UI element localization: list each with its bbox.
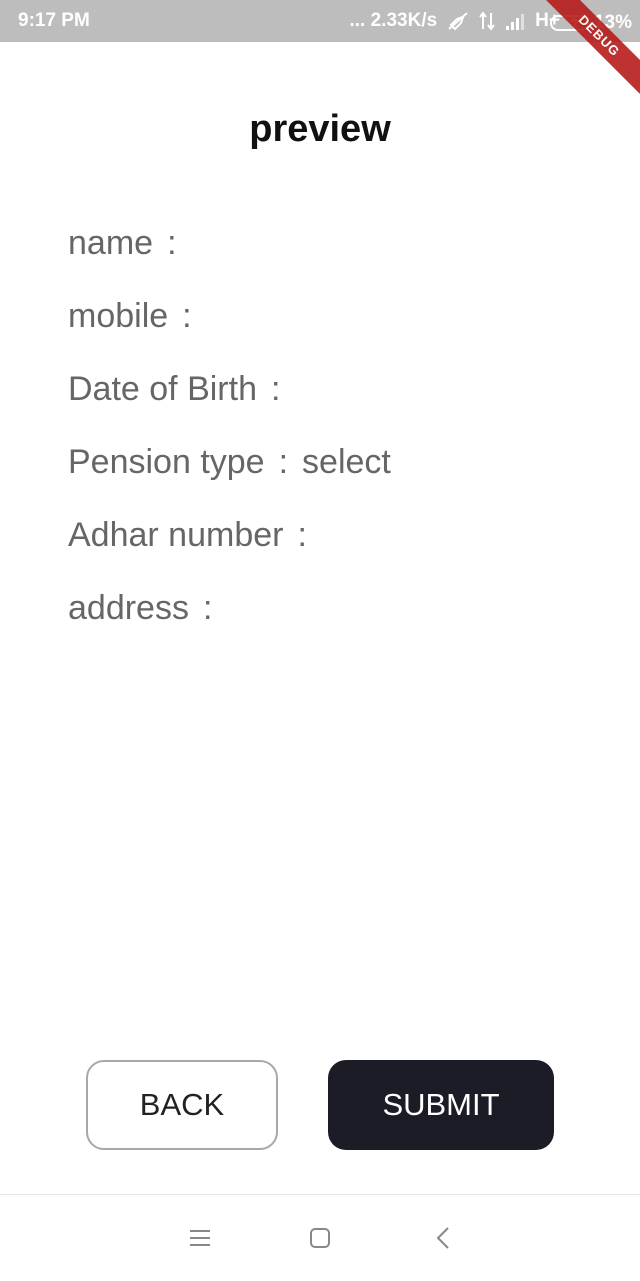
submit-button[interactable]: SUBMIT [328, 1060, 554, 1150]
field-separator: : [182, 297, 192, 335]
field-label: Adhar number [68, 516, 284, 554]
status-time: 9:17 PM [18, 10, 90, 31]
field-separator: : [297, 516, 307, 554]
page-title: preview [249, 108, 391, 150]
field-separator: : [278, 443, 289, 481]
navigation-bar [0, 1194, 640, 1281]
signal-icon [505, 12, 525, 30]
field-label: mobile [68, 297, 169, 335]
field-pension-type: Pension type: select [68, 443, 391, 516]
field-label: Date of Birth [68, 370, 257, 408]
back-icon[interactable] [428, 1223, 458, 1253]
field-label: address [68, 589, 189, 627]
field-name: name: [68, 224, 391, 297]
field-date-of-birth: Date of Birth: [68, 370, 391, 443]
home-icon[interactable] [305, 1223, 335, 1253]
field-address: address: [68, 589, 391, 662]
status-icons: ... 2.33K/s H+ [349, 10, 580, 32]
menu-icon[interactable] [185, 1223, 215, 1253]
field-adhar-number: Adhar number: [68, 516, 391, 589]
field-separator: : [270, 370, 281, 408]
field-value: select [302, 443, 391, 481]
mute-icon [447, 11, 469, 31]
field-label: name [68, 224, 154, 262]
data-arrows-icon [479, 11, 495, 31]
field-separator: : [202, 589, 213, 627]
status-bar: 9:17 PM ... 2.33K/s H+ 13% [0, 0, 640, 42]
preview-field-list: name: mobile: Date of Birth: Pension typ… [68, 224, 391, 662]
back-button[interactable]: BACK [86, 1060, 278, 1150]
field-separator: : [167, 224, 177, 262]
field-mobile: mobile: [68, 297, 391, 370]
field-label: Pension type [68, 443, 265, 481]
network-speed: ... 2.33K/s [349, 10, 438, 31]
